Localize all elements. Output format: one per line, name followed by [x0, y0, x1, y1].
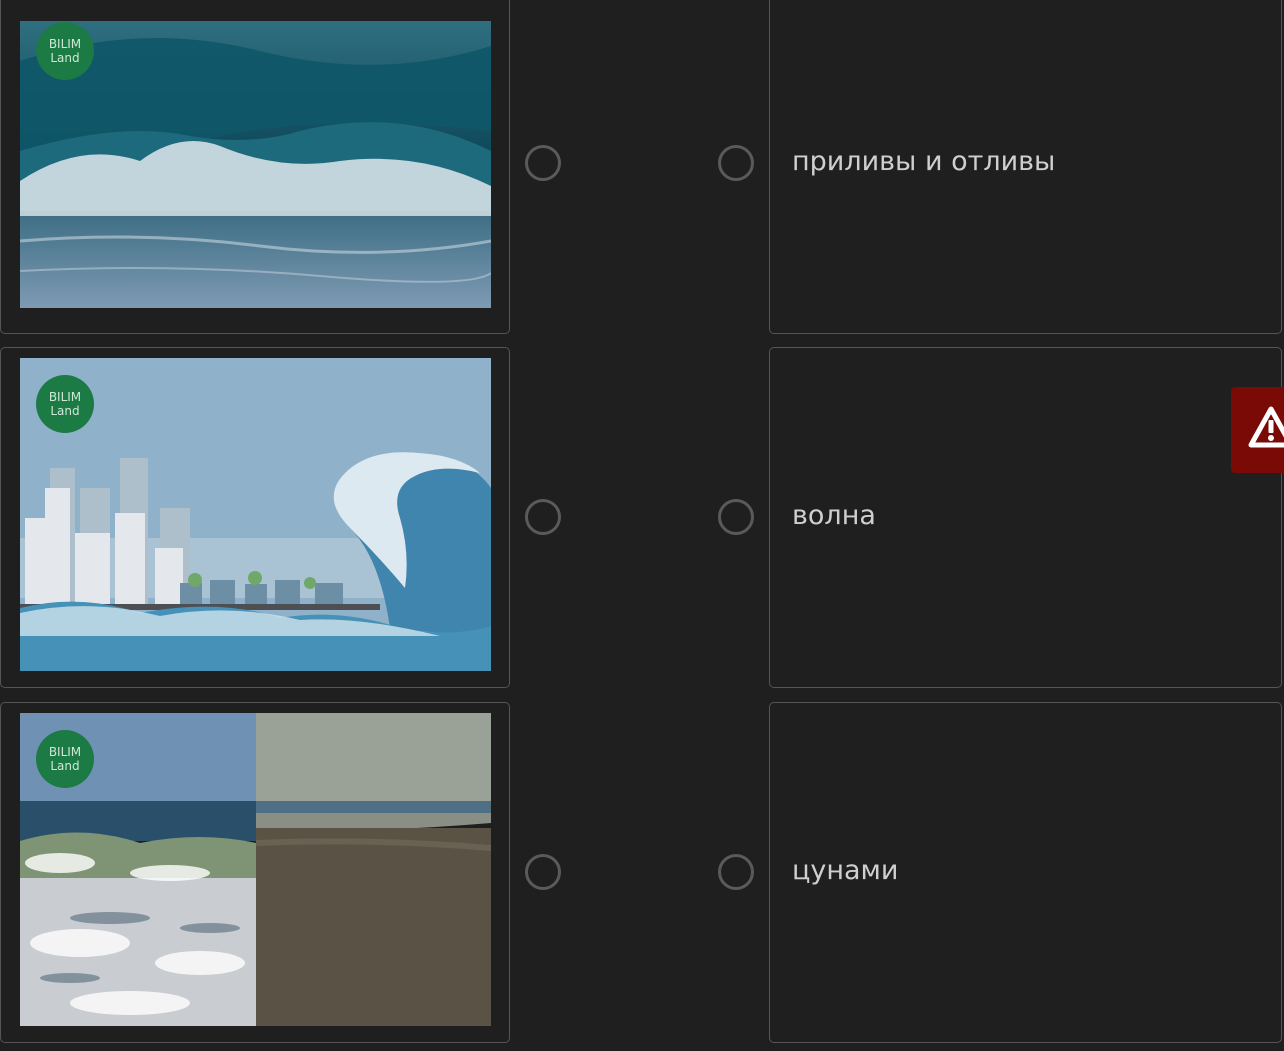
logo-line-2: Land	[50, 404, 80, 418]
answer-text-1: приливы и отливы	[792, 146, 1056, 177]
radio-right-2[interactable]	[718, 499, 754, 535]
logo-line-1: BILIM	[48, 390, 82, 404]
bilimland-logo: BILIM Land	[36, 730, 94, 788]
bilimland-logo: BILIM Land	[36, 375, 94, 433]
answer-text-3: цунами	[792, 855, 899, 886]
match-row-2: BILIM Land волна	[0, 347, 1284, 688]
report-warning-button[interactable]	[1231, 387, 1284, 473]
tsunami-city-illustration: BILIM Land	[20, 358, 491, 671]
warning-icon	[1248, 406, 1284, 448]
logo-line-2: Land	[50, 759, 80, 773]
image-card-ocean-wave: BILIM Land	[0, 0, 510, 334]
radio-left-2[interactable]	[525, 499, 561, 535]
radio-left-1[interactable]	[525, 145, 561, 181]
logo-line-2: Land	[50, 51, 80, 65]
radio-right-1[interactable]	[718, 145, 754, 181]
match-row-1: BILIM Land приливы и отливы	[0, 0, 1284, 334]
answer-card-3: цунами	[769, 702, 1282, 1043]
logo-line-1: BILIM	[48, 37, 82, 51]
image-card-tides: BILIM Land	[0, 702, 510, 1043]
ocean-wave-photo: BILIM Land	[20, 21, 491, 308]
bilimland-logo: BILIM Land	[36, 22, 94, 80]
tide-high-low-photo: BILIM Land	[20, 713, 491, 1026]
answer-text-2: волна	[792, 500, 876, 531]
answer-card-1: приливы и отливы	[769, 0, 1282, 334]
answer-card-2: волна	[769, 347, 1282, 688]
radio-right-3[interactable]	[718, 854, 754, 890]
logo-line-1: BILIM	[48, 745, 82, 759]
match-row-3: BILIM Land цунами	[0, 702, 1284, 1043]
image-card-tsunami-city: BILIM Land	[0, 347, 510, 688]
radio-left-3[interactable]	[525, 854, 561, 890]
